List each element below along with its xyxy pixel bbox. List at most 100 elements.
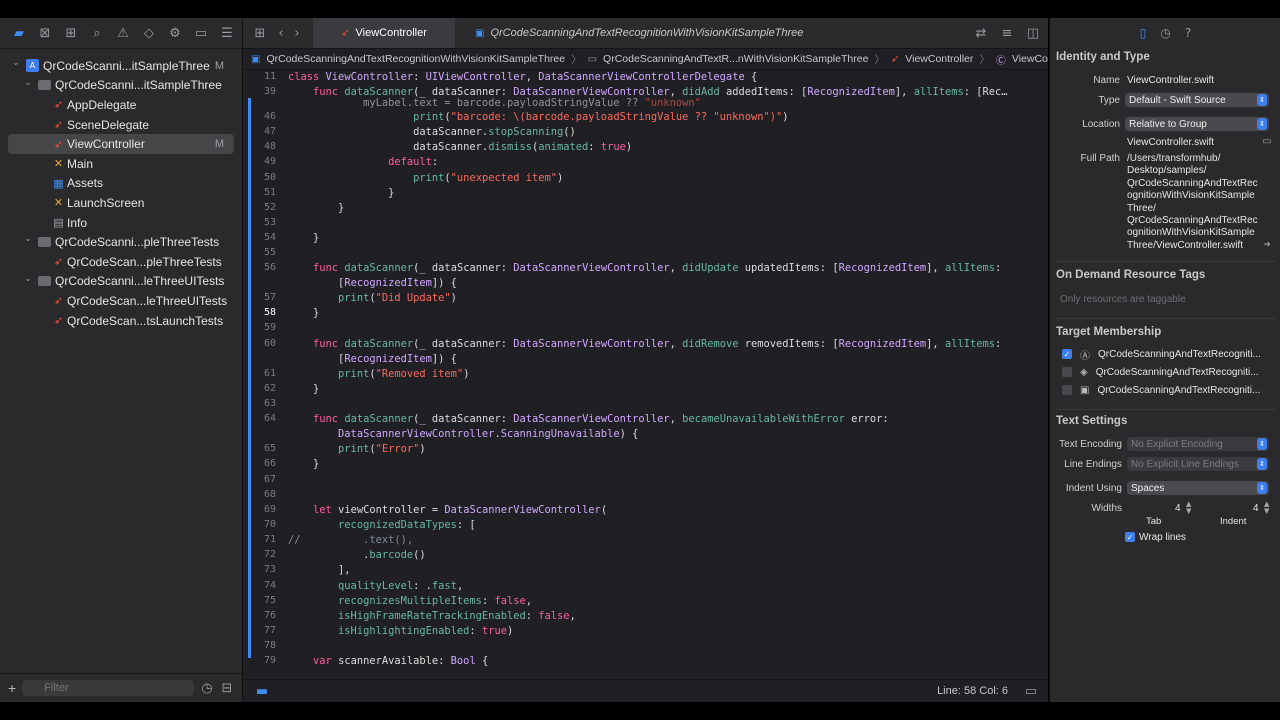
section-title: Identity and Type: [1056, 51, 1150, 63]
breadcrumb-item[interactable]: QrCodeScanningAndTextR...nWithVisionKitS…: [603, 53, 868, 65]
breadcrumb-separator: 〉: [571, 53, 582, 66]
code-area[interactable]: 11 class ViewController: UIViewController…: [243, 70, 1048, 680]
navigator-item[interactable]: ➶ QrCodeScan...leThreeUITests: [0, 291, 242, 311]
swift-file-icon: ➶: [890, 53, 900, 65]
split-editor-icon[interactable]: ◫: [1020, 20, 1046, 46]
tab-width-value[interactable]: 4: [1175, 503, 1181, 514]
tab-width-stepper[interactable]: ▲ ▼: [1186, 501, 1194, 515]
divider: [1056, 318, 1275, 319]
back-arrow-icon[interactable]: ‹: [273, 20, 289, 46]
test-icon[interactable]: ◇: [136, 20, 162, 46]
disclosure-chevron-icon[interactable]: ⌄: [24, 274, 32, 284]
swift-file-icon: ➶: [53, 118, 64, 132]
name-label: Name: [1093, 75, 1120, 86]
grid-icon[interactable]: ⊞: [247, 20, 273, 46]
navigator-item[interactable]: ✕ Main: [0, 154, 242, 174]
indent-label: Indent Using: [1065, 483, 1122, 494]
lines-icon[interactable]: ≡: [994, 20, 1020, 46]
indent-width-stepper[interactable]: ▲ ▼: [1264, 501, 1272, 515]
recent-files-icon[interactable]: ◷: [200, 675, 214, 701]
target-label: QrCodeScanningAndTextRecogniti...: [1097, 384, 1261, 396]
folder-icon: ▭: [587, 53, 598, 65]
forward-arrow-icon[interactable]: ›: [289, 20, 305, 46]
tab-project[interactable]: ▣ QrCodeScanningAndTextRecognitionWithVi…: [463, 18, 815, 48]
location-select[interactable]: Relative to Group ⇕: [1125, 117, 1269, 131]
navigator-item-label: Info: [67, 215, 88, 230]
checkbox-checked[interactable]: ✓: [1062, 349, 1072, 359]
editor-tab-bar: ⊞ ‹ › ➶ ViewController ▣ QrCodeScanningA…: [243, 18, 1048, 49]
encoding-select[interactable]: No Explicit Encoding ⇕: [1127, 437, 1269, 451]
navigator-item[interactable]: ➶ AppDelegate: [0, 95, 242, 115]
location-label: Location: [1082, 119, 1120, 130]
indent-select[interactable]: Spaces ⇕: [1127, 481, 1269, 495]
navigator-item[interactable]: ⌄ A QrCodeScanni...itSampleThree M: [0, 56, 242, 76]
target-membership-row[interactable]: ▣ QrCodeScanningAndTextRecogniti...: [1062, 382, 1271, 398]
tab-viewcontroller[interactable]: ➶ ViewController: [313, 18, 455, 48]
name-value[interactable]: ViewController.swift: [1127, 75, 1214, 86]
disclosure-chevron-icon[interactable]: ⌄: [24, 78, 32, 88]
navigator-item-label: QrCodeScanni...pleThreeTests: [55, 235, 220, 250]
navigator-item[interactable]: ✕ LaunchScreen: [0, 193, 242, 213]
breadcrumb-item[interactable]: QrCodeScanningAndTextRecognitionWithVisi…: [266, 53, 565, 65]
navigator-item-label: QrCodeScanni...itSampleThree: [55, 78, 222, 93]
file-inspector-icon[interactable]: ▯: [1140, 26, 1147, 40]
plist-icon: ▤: [53, 216, 64, 230]
wrap-lines-row[interactable]: ✓ Wrap lines: [1125, 529, 1271, 545]
indent-width-value[interactable]: 4: [1253, 503, 1259, 514]
folder-icon[interactable]: ▰: [6, 20, 32, 46]
add-icon[interactable]: +: [8, 680, 16, 696]
minimap-toggle-icon[interactable]: ▬: [249, 678, 275, 704]
folder-icon[interactable]: ▭: [1257, 130, 1277, 152]
breadcrumb-item[interactable]: ViewController: [905, 53, 973, 65]
navigator-item[interactable]: ➶ QrCodeScan...pleThreeTests: [0, 252, 242, 272]
filter-input[interactable]: [22, 680, 194, 696]
breadcrumb-item[interactable]: ViewController: [1012, 53, 1048, 65]
navigator-item-label: QrCodeScan...pleThreeTests: [67, 254, 222, 269]
chevron-updown-icon: ⇕: [1257, 438, 1267, 450]
debug-icon[interactable]: ⚙: [162, 20, 188, 46]
checkbox-checked[interactable]: ✓: [1125, 532, 1135, 542]
navigator-item-label: Main: [67, 156, 94, 171]
app-target-icon: Ⓐ: [1080, 350, 1090, 362]
disclosure-chevron-icon[interactable]: ⌄: [12, 58, 20, 68]
navigator-item[interactable]: ⌄ QrCodeScanni...leThreeUITests: [0, 272, 242, 292]
window-bottom-bar: [0, 702, 1280, 720]
type-select[interactable]: Default - Swift Source ⇕: [1125, 93, 1269, 107]
warning-icon[interactable]: ⚠: [110, 20, 136, 46]
filter-options-icon[interactable]: ⊟: [220, 675, 234, 701]
tab-label: QrCodeScanningAndTextRecognitionWithVisi…: [490, 27, 804, 39]
project-icon: ▣: [475, 27, 485, 39]
symbol-icon[interactable]: ⊞: [58, 20, 84, 46]
target-membership-row[interactable]: ◈ QrCodeScanningAndTextRecogniti...: [1062, 364, 1271, 380]
navigator-item[interactable]: ➶ SceneDelegate: [0, 115, 242, 135]
report-icon[interactable]: ☰: [214, 20, 240, 46]
checkbox-unchecked[interactable]: [1062, 385, 1072, 395]
navigator-item[interactable]: ▤ Info: [0, 213, 242, 233]
encoding-label: Text Encoding: [1059, 439, 1122, 450]
search-icon[interactable]: ⌕: [84, 20, 110, 46]
navigator-item[interactable]: ⌄ QrCodeScanni...pleThreeTests: [0, 232, 242, 252]
help-icon[interactable]: ?: [1185, 26, 1191, 40]
navigator-item[interactable]: ➶ ViewController M: [8, 134, 234, 154]
disclosure-chevron-icon[interactable]: ⌄: [24, 234, 32, 244]
chevron-updown-icon: ⇕: [1257, 118, 1267, 130]
target-membership-row[interactable]: ✓ Ⓐ QrCodeScanningAndTextRecogniti...: [1062, 346, 1271, 362]
navigator-item[interactable]: ▦ Assets: [0, 174, 242, 194]
endings-select[interactable]: No Explicit Line Endings ⇕: [1127, 457, 1269, 471]
checkbox-unchecked[interactable]: [1062, 367, 1072, 377]
breadcrumb-separator: 〉: [874, 53, 885, 66]
navigator-item[interactable]: ➶ QrCodeScan...tsLaunchTests: [0, 311, 242, 331]
breakpoint-icon[interactable]: ▭: [188, 20, 214, 46]
navigator-item-label: QrCodeScan...tsLaunchTests: [67, 313, 224, 328]
indent-value: Spaces: [1131, 482, 1165, 494]
reveal-arrow-icon[interactable]: ➜: [1257, 234, 1277, 256]
location-file: ViewController.swift: [1127, 137, 1215, 148]
source-control-icon[interactable]: ⊠: [32, 20, 58, 46]
history-icon[interactable]: ◷: [1160, 26, 1170, 40]
navigator-item-label: QrCodeScanni...itSampleThree: [43, 58, 210, 73]
swift-file-icon: ➶: [53, 255, 64, 269]
panel-toggle-icon[interactable]: ▭: [1018, 678, 1044, 704]
navigator-item[interactable]: ⌄ QrCodeScanni...itSampleThree: [0, 76, 242, 96]
interface-file-icon: ✕: [53, 196, 64, 210]
refresh-icon[interactable]: ⇄: [968, 20, 994, 46]
